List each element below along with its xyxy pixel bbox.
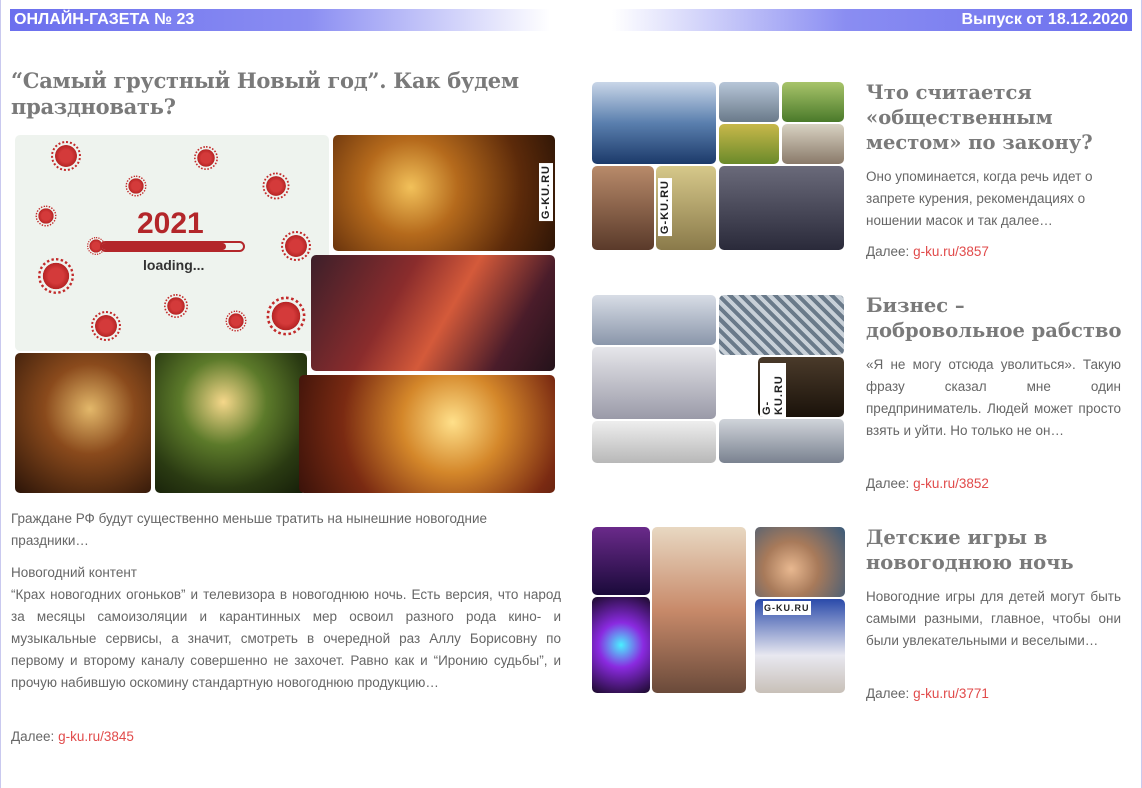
year-text: 2021: [137, 207, 204, 240]
side-article-2-more: Далее: g-ku.ru/3852: [866, 476, 989, 491]
watermark-main: G-KU.RU: [539, 163, 553, 222]
building-image: G-KU.RU: [656, 166, 716, 250]
stressed-man-image: [592, 421, 716, 463]
main-article-link[interactable]: g-ku.ru/3845: [58, 729, 134, 744]
dark-stress-image: G-KU.RU: [758, 357, 844, 417]
side-article-1-more: Далее: g-ku.ru/3857: [866, 244, 989, 259]
tree-ornament-image: [155, 353, 307, 493]
maze-image: [719, 295, 844, 355]
more-label: Далее:: [866, 686, 910, 701]
side-article-2-title[interactable]: Бизнес – добровольное рабство: [866, 293, 1128, 343]
watermark-side-2: G-KU.RU: [760, 363, 786, 417]
main-article-more: Далее: g-ku.ru/3845: [11, 726, 561, 748]
side-article-2-link[interactable]: g-ku.ru/3852: [913, 476, 989, 491]
loading-bar: [100, 241, 245, 252]
side-article-3-more: Далее: g-ku.ru/3771: [866, 686, 989, 701]
loading-bar-fill: [102, 243, 227, 250]
side-article-2-collage[interactable]: G-KU.RU: [592, 295, 845, 463]
office-meeting-image: [592, 347, 716, 419]
more-label: Далее:: [866, 476, 910, 491]
more-label: Далее:: [11, 729, 55, 744]
elevator-image: [782, 124, 844, 164]
watermark-side-1: G-KU.RU: [658, 178, 672, 237]
park-image: [782, 82, 844, 122]
kids-santa-hats-image: G-KU.RU: [755, 599, 845, 693]
main-article-collage[interactable]: 2021 loading... G-KU.RU: [13, 133, 558, 495]
kids-new-year-image: [652, 527, 746, 693]
covid-2021-loading-image: 2021 loading...: [15, 135, 329, 351]
crowd-hall-image: [592, 166, 654, 250]
glow-sticks-image: [592, 597, 650, 693]
office-argument-image: [719, 419, 844, 463]
masquerade-image: [15, 353, 151, 493]
loading-text: loading...: [143, 257, 205, 273]
crowd-street-image: [719, 82, 779, 122]
side-article-1-title[interactable]: Что считается «общественным местом» по з…: [866, 80, 1128, 155]
office-corridor-image: [592, 82, 716, 164]
side-article-3-text: Новогодние игры для детей могут быть сам…: [866, 589, 1121, 648]
more-label: Далее:: [866, 244, 910, 259]
watermark-side-3: G-KU.RU: [763, 601, 811, 615]
meeting-crowd-image: [719, 166, 844, 250]
hand-coins-image: [755, 527, 845, 597]
party-lights-image: [592, 527, 650, 595]
field-image: [719, 124, 779, 164]
issue-date: Выпуск от 18.12.2020: [612, 9, 1132, 31]
side-article-3-title[interactable]: Детские игры в новогоднюю ночь: [866, 525, 1128, 575]
side-article-1-collage[interactable]: G-KU.RU: [592, 82, 845, 250]
party-people-image: [311, 255, 555, 371]
christmas-tree-room-image: G-KU.RU: [333, 135, 555, 251]
main-article-section-label: Новогодний контент: [11, 565, 137, 580]
side-article-1-link[interactable]: g-ku.ru/3857: [913, 244, 989, 259]
business-team-image: [592, 295, 716, 345]
main-article-body: “Крах новогодних огоньков” и телевизора …: [11, 587, 561, 690]
festive-table-image: [299, 375, 555, 493]
main-article-lead: Граждане РФ будут существенно меньше тра…: [11, 511, 488, 548]
side-article-3-collage[interactable]: G-KU.RU: [592, 527, 845, 693]
side-article-3-link[interactable]: g-ku.ru/3771: [913, 686, 989, 701]
main-article-title[interactable]: “Самый грустный Новый год”. Как будем пр…: [11, 68, 551, 120]
side-article-1-text: Оно упоминается, когда речь идет о запре…: [866, 169, 1093, 228]
newspaper-title: ОНЛАЙН-ГАЗЕТА № 23: [10, 9, 550, 31]
side-article-2-text: «Я не могу отсюда уволиться». Такую фраз…: [866, 357, 1121, 438]
